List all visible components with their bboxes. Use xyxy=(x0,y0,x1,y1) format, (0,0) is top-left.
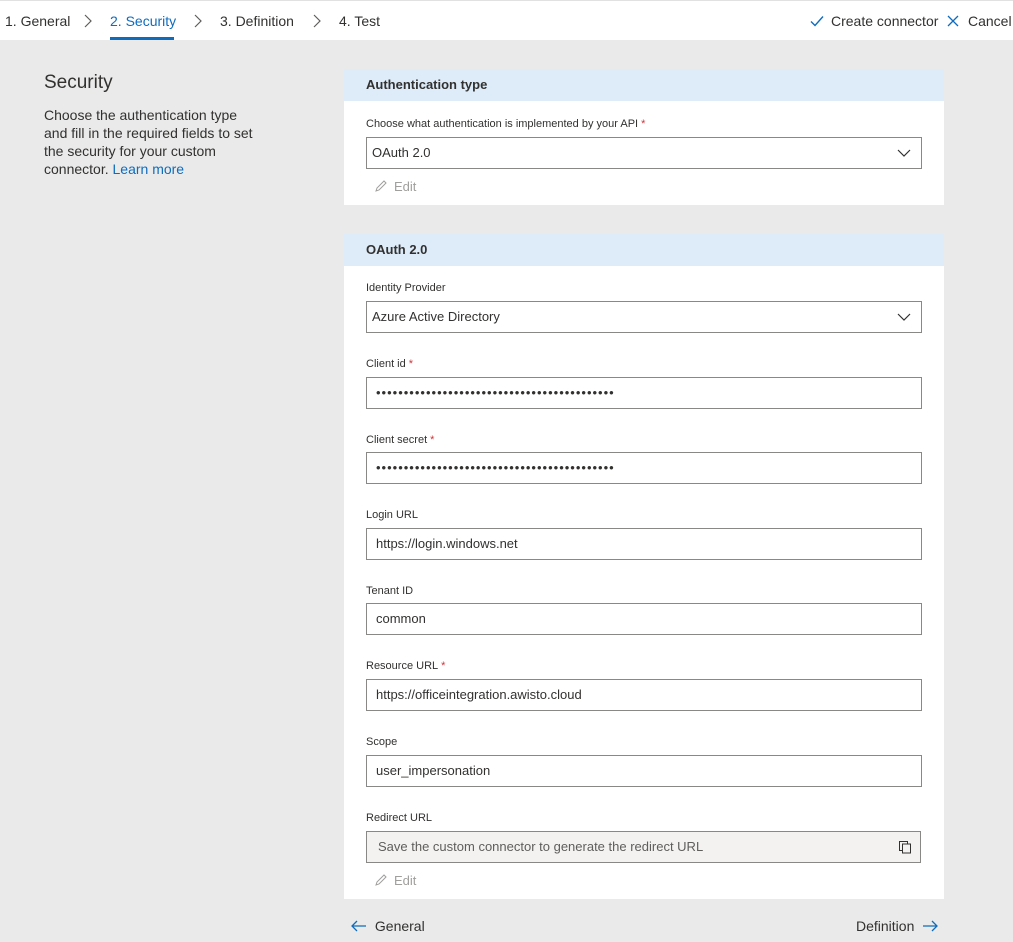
scope-input[interactable]: user_impersonation xyxy=(366,755,922,787)
tenant-id-label: Tenant ID xyxy=(366,585,414,597)
chevron-down-icon xyxy=(897,313,911,321)
step-security[interactable]: 2. Security xyxy=(110,13,176,29)
login-url-label: Login URL xyxy=(366,509,418,521)
label-text: Client id xyxy=(366,358,406,370)
redirect-url-value: Save the custom connector to generate th… xyxy=(378,839,704,854)
oauth-card: OAuth 2.0 Identity Provider Azure Active… xyxy=(344,234,944,899)
edit-label: Edit xyxy=(394,873,417,888)
label-text: Choose what authentication is implemente… xyxy=(366,118,639,130)
chevron-right-icon xyxy=(194,14,202,28)
login-url-input[interactable]: https://login.windows.net xyxy=(366,528,922,560)
active-step-indicator xyxy=(110,37,174,40)
resource-url-input[interactable]: https://officeintegration.awisto.cloud xyxy=(366,679,922,711)
resource-url-label: Resource URL * xyxy=(366,660,445,672)
required-marker: * xyxy=(441,660,446,672)
edit-button[interactable]: Edit xyxy=(374,179,416,194)
pencil-icon xyxy=(375,874,387,886)
required-marker: * xyxy=(408,358,414,370)
client-id-input[interactable]: ••••••••••••••••••••••••••••••••••••••••… xyxy=(366,377,922,409)
identity-provider-label: Identity Provider xyxy=(366,282,446,294)
next-definition-button[interactable]: Definition xyxy=(856,918,939,934)
card-header: Authentication type xyxy=(344,69,944,101)
close-icon xyxy=(947,15,959,27)
client-secret-input[interactable]: ••••••••••••••••••••••••••••••••••••••••… xyxy=(366,452,922,484)
redirect-url-label: Redirect URL xyxy=(366,812,433,824)
identity-provider-dropdown[interactable]: Azure Active Directory xyxy=(366,301,922,333)
dropdown-value: Azure Active Directory xyxy=(372,309,500,324)
chevron-right-icon xyxy=(84,14,92,28)
section-description: Choose the authentication type and fill … xyxy=(44,106,259,178)
label-text: Resource URL xyxy=(366,660,439,672)
dropdown-value: OAuth 2.0 xyxy=(372,145,431,160)
arrow-left-icon xyxy=(351,920,366,932)
edit-label: Edit xyxy=(394,179,417,194)
card-header: OAuth 2.0 xyxy=(344,234,944,266)
required-marker: * xyxy=(430,434,435,446)
learn-more-link[interactable]: Learn more xyxy=(113,161,185,177)
chevron-right-icon xyxy=(313,14,321,28)
step-test[interactable]: 4. Test xyxy=(339,13,380,29)
back-label: General xyxy=(374,918,425,934)
redirect-url-field: Save the custom connector to generate th… xyxy=(366,831,921,863)
required-marker: * xyxy=(641,118,646,130)
step-definition[interactable]: 3. Definition xyxy=(220,13,294,29)
pencil-icon xyxy=(375,180,387,192)
authentication-type-card: Authentication type Choose what authenti… xyxy=(344,69,944,205)
scope-label: Scope xyxy=(366,736,398,748)
label-text: Client secret xyxy=(366,434,428,446)
step-general[interactable]: 1. General xyxy=(5,13,70,29)
edit-button[interactable]: Edit xyxy=(374,873,416,888)
client-secret-label: Client secret * xyxy=(366,434,434,446)
section-title: Security xyxy=(44,72,113,93)
auth-type-dropdown[interactable]: OAuth 2.0 xyxy=(366,137,922,169)
cancel-button[interactable]: Cancel xyxy=(968,13,1012,29)
copy-icon[interactable] xyxy=(898,840,912,854)
wizard-topbar: 1. General 2. Security 3. Definition 4. … xyxy=(0,0,1013,40)
tenant-id-input[interactable]: common xyxy=(366,603,922,635)
arrow-right-icon xyxy=(923,920,939,932)
auth-type-label: Choose what authentication is implemente… xyxy=(366,118,645,130)
back-general-button[interactable]: General xyxy=(351,918,425,934)
checkmark-icon xyxy=(810,16,824,27)
chevron-down-icon xyxy=(897,149,911,157)
client-id-label: Client id * xyxy=(366,358,413,370)
next-label: Definition xyxy=(856,918,915,934)
create-connector-button[interactable]: Create connector xyxy=(831,13,938,29)
